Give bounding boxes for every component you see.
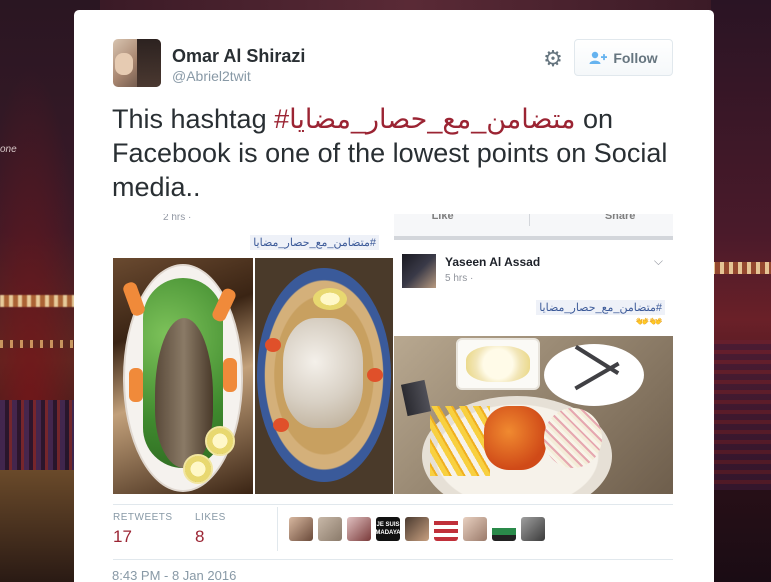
retweets-stat[interactable]: RETWEETS 17 [113,512,173,547]
stats-divider [113,504,673,505]
tweet-card: Omar Al Shirazi @Abriel2twit ⚙ Follow Th… [74,10,714,582]
fb-hashtag: #متضامن_مع_حصار_مضايا [536,300,665,315]
tweet-timestamp[interactable]: 8:43 PM - 8 Jan 2016 [112,568,236,582]
fb-emoji: 👐👐 [635,316,663,328]
retweets-count: 17 [113,527,132,546]
carrot-slice [223,358,237,392]
author-avatar[interactable] [113,39,161,87]
fb-like-label: Like [431,214,454,222]
rice-bowl [456,338,540,390]
lemon-slice [183,454,213,484]
avatar-photo-detail [115,53,133,75]
fb-share-label: Share [604,214,636,222]
chevron-down-icon: ⌵ [653,254,663,268]
fb-post-time: 2 hrs · [163,214,192,223]
stats-divider [113,559,673,560]
backdrop-top-strip [100,0,720,10]
likes-count: 8 [195,527,205,546]
fish-meat [283,318,363,428]
fries [430,406,490,476]
fb-hashtag: #متضامن_مع_حصار_مضايا [250,235,379,250]
follow-label: Follow [613,49,658,66]
gear-icon[interactable]: ⚙ [541,47,565,71]
liker-avatar[interactable] [492,517,516,541]
likes-stat[interactable]: LIKES 8 [195,512,226,547]
tomato-slice [273,418,289,432]
fish-platter-photo [113,258,253,494]
rice [466,346,530,382]
chicken [484,406,546,470]
fb-post-time: 5 hrs · [445,273,474,284]
retweets-label: RETWEETS [113,512,173,523]
stadium-lights [711,262,771,274]
backdrop-text: one [0,144,17,155]
lemon-slice [313,288,347,310]
avatar-photo-detail [137,39,161,87]
follow-button[interactable]: Follow [574,39,673,76]
tweet-text: This hashtag #متضامن_مع_حصار_مضايا on Fa… [112,102,672,204]
author-handle[interactable]: @Abriel2twit [172,68,251,84]
media-photo-right[interactable]: Like Share Yaseen Al Assad 5 hrs · ⌵ #مت… [394,214,673,494]
fb-author-avatar [402,254,436,288]
liker-avatars: JE SUIS MADAYA [289,517,545,541]
liker-avatar[interactable] [463,517,487,541]
backdrop-right-panel [711,0,771,582]
tweet-text-before: This hashtag [112,104,275,134]
lemon-slice [205,426,235,456]
liker-avatar[interactable] [405,517,429,541]
liker-avatar[interactable] [434,517,458,541]
grilled-fish [155,318,213,468]
carrot-slice [129,368,143,402]
tweet-media[interactable]: 2 hrs · #متضامن_مع_حصار_مضايا Like Share… [113,214,673,494]
add-user-icon [589,51,608,64]
rice-plate-photo [255,258,393,494]
liker-avatar[interactable] [318,517,342,541]
cup [400,379,432,417]
coleslaw [544,408,602,468]
tweet-hashtag-link[interactable]: #متضامن_مع_حصار_مضايا [274,104,575,134]
liker-badge-text: JE SUIS MADAYA [376,522,400,536]
meal-photo [394,336,673,494]
stadium-crowd [711,340,771,490]
author-name[interactable]: Omar Al Shirazi [172,46,305,67]
liker-avatar[interactable]: JE SUIS MADAYA [376,517,400,541]
fb-author-name: Yaseen Al Assad [445,255,541,269]
fb-action-bar: Like Share [394,214,673,240]
media-photo-left[interactable]: 2 hrs · #متضامن_مع_حصار_مضايا [113,214,393,494]
liker-avatar[interactable] [347,517,371,541]
tomato-slice [367,368,383,382]
liker-avatar[interactable] [289,517,313,541]
likes-label: LIKES [195,512,226,523]
stats-vertical-divider [277,507,278,551]
tomato-slice [265,338,281,352]
liker-avatar[interactable] [521,517,545,541]
fb-action-divider [528,214,530,226]
